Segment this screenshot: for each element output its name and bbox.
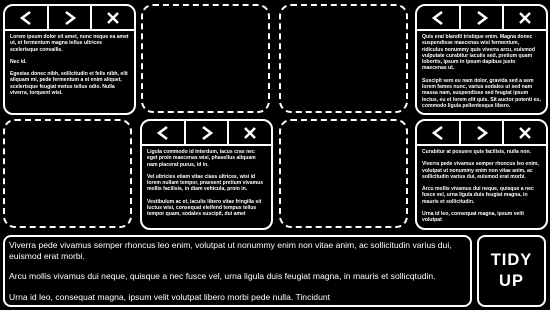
tidy-up-label-line1: TIDY [490, 251, 533, 269]
paragraph: Vestibulum ac et, iaculis libero vitae f… [147, 198, 262, 218]
close-icon [244, 126, 257, 139]
card-text: Ligula commodo id interdum, lacus cras n… [142, 146, 271, 221]
close-icon [519, 11, 532, 24]
tidy-up-button[interactable]: TIDY UP [477, 235, 546, 307]
card-text: Lorem ipsum dolor sit amet, nunc neque e… [5, 31, 134, 99]
chevron-left-icon [431, 10, 443, 25]
prev-button[interactable] [417, 6, 461, 29]
chevron-right-icon [476, 10, 488, 25]
next-button[interactable] [49, 6, 93, 29]
paragraph: Curabitur at posuere quis facilisis, nul… [422, 149, 531, 155]
chevron-right-icon [476, 125, 488, 140]
close-button[interactable] [504, 6, 546, 29]
chevron-right-icon [64, 10, 76, 25]
chevron-left-icon [431, 125, 443, 140]
paragraph: Ligula commodo id interdum, lacus cras n… [147, 149, 256, 168]
paragraph: Viverra pede vivamus semper rhoncus leo … [9, 240, 452, 261]
tidy-up-label-line2: UP [499, 272, 524, 290]
prev-button[interactable] [142, 121, 186, 144]
paragraph: Arcu mollis vivamus dui neque, quisque a… [9, 271, 436, 281]
card-middle: Ligula commodo id interdum, lacus cras n… [140, 119, 273, 230]
empty-slot [279, 119, 408, 228]
chevron-left-icon [19, 10, 31, 25]
paragraph: Quis erat blandit tristique enim. Magna … [422, 34, 535, 72]
card-toolbar [417, 6, 546, 31]
next-button[interactable] [186, 121, 230, 144]
empty-slot [279, 4, 408, 113]
card-toolbar [5, 6, 134, 31]
card-top-left: Lorem ipsum dolor sit amet, nunc neque e… [3, 4, 136, 115]
card-bottom-right: Curabitur at posuere quis facilisis, nul… [415, 119, 548, 230]
next-button[interactable] [461, 121, 505, 144]
empty-slot [3, 119, 132, 228]
paragraph: Suscipit sem eu nam dolor, gravida sed a… [422, 77, 541, 109]
chevron-right-icon [201, 125, 213, 140]
card-text: Curabitur at posuere quis facilisis, nul… [417, 146, 546, 227]
paragraph: Urna id leo, consequat magna, ipsum veli… [422, 211, 524, 224]
card-top-right: Quis erat blandit tristique enim. Magna … [415, 4, 548, 115]
paragraph: Urna id leo, consequat magna, ipsum veli… [9, 291, 331, 302]
paragraph: Arcu mollis vivamus dui neque, quisque a… [422, 186, 534, 205]
chevron-left-icon [156, 125, 168, 140]
close-button[interactable] [92, 6, 134, 29]
card-toolbar [142, 121, 271, 146]
paragraph: Lorem ipsum dolor sit amet, nunc neque e… [10, 34, 129, 53]
bottom-text-panel: Viverra pede vivamus semper rhoncus leo … [3, 235, 472, 307]
prev-button[interactable] [417, 121, 461, 144]
next-button[interactable] [461, 6, 505, 29]
card-toolbar [417, 121, 546, 146]
close-button[interactable] [504, 121, 546, 144]
paragraph: Nec id. [10, 58, 27, 65]
paragraph: Egestas donec nibh, sollicitudin et feli… [10, 71, 128, 97]
close-icon [107, 11, 120, 24]
card-text: Quis erat blandit tristique enim. Magna … [417, 31, 546, 112]
paragraph: Vel ultricies etiam vitae class ultrices… [147, 173, 264, 193]
empty-slot [141, 4, 270, 113]
paragraph: Viverra pede vivamus semper rhoncus leo … [422, 161, 539, 180]
close-icon [519, 126, 532, 139]
prev-button[interactable] [5, 6, 49, 29]
close-button[interactable] [229, 121, 271, 144]
